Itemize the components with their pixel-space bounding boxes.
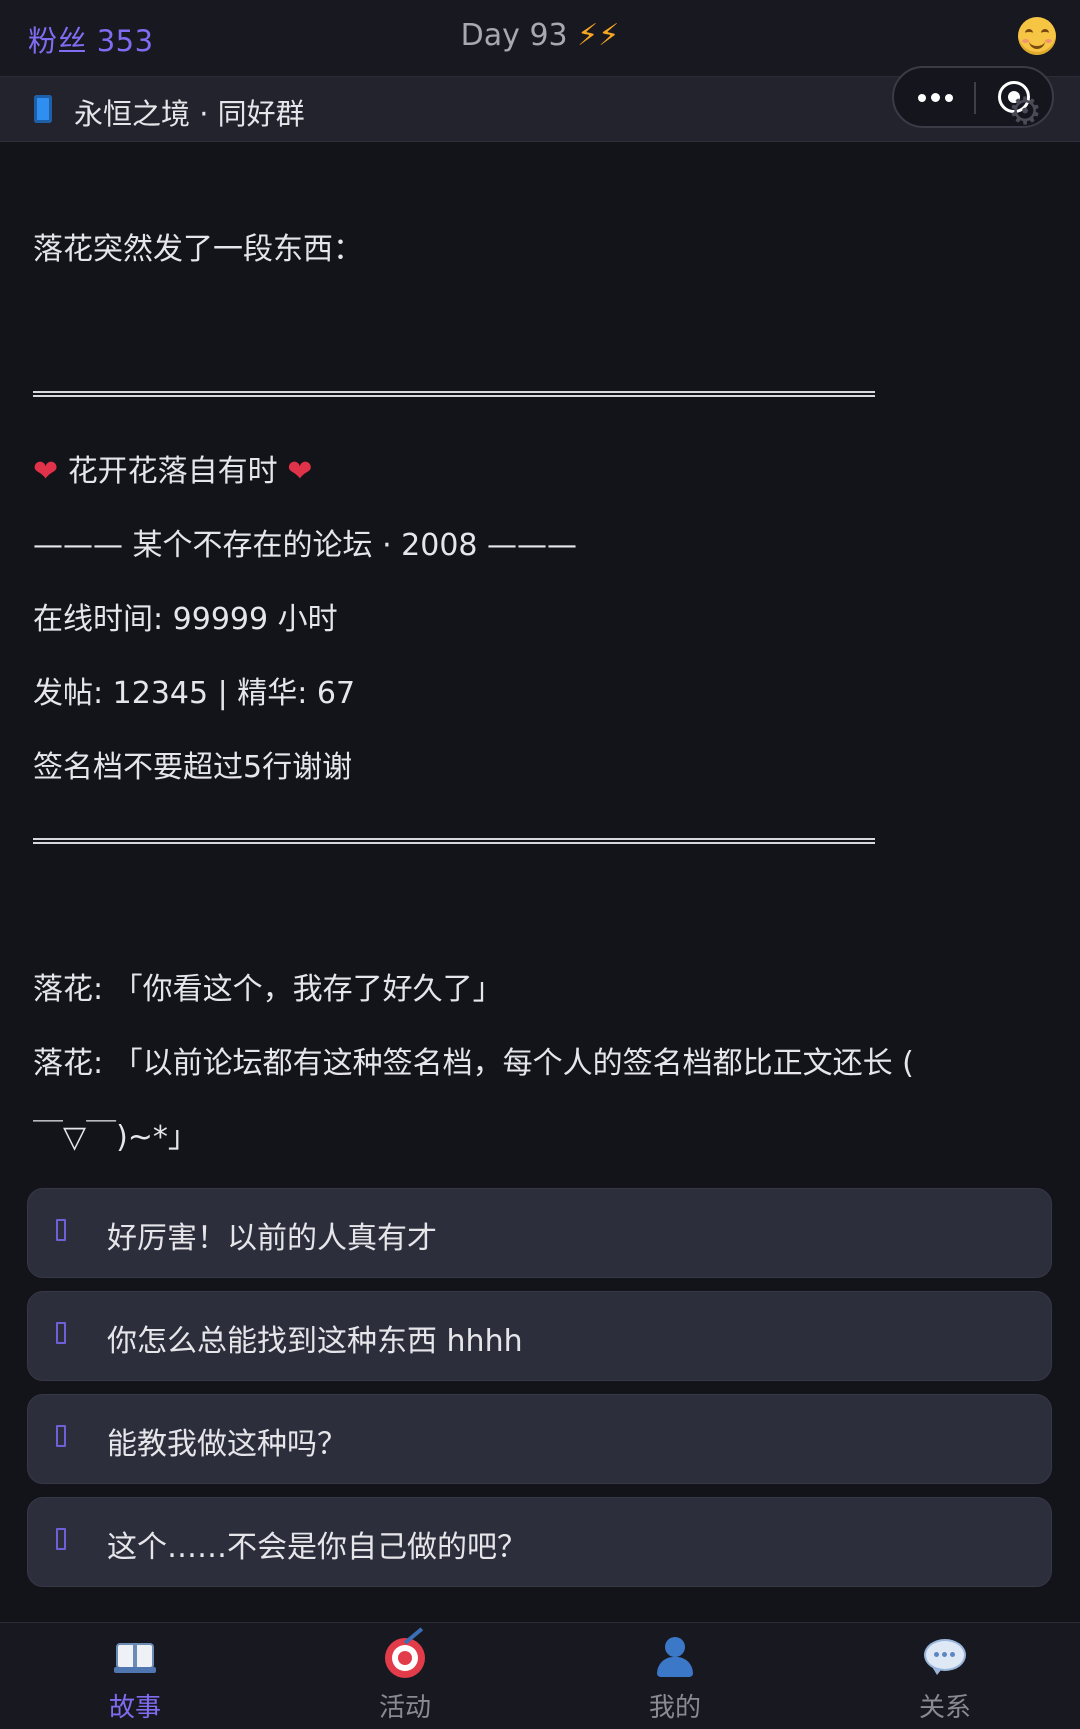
signature-title: 花开花落自有时 [67,454,278,489]
choice-marker-icon [56,1528,66,1550]
nav-item-mine[interactable]: 我的 [540,1623,810,1729]
bottom-navigation: 故事 活动 我的 关系 [0,1622,1080,1729]
open-book-icon [113,1635,157,1679]
smile-mouth [1029,38,1045,49]
gear-icon[interactable]: ⚙ [1008,92,1042,130]
capsule-divider [974,82,976,114]
choice-marker-icon [56,1425,66,1447]
nav-label: 故事 [108,1693,161,1723]
choice-label: 这个……不会是你自己做的吧？ [107,1530,527,1565]
choice-marker-icon [56,1219,66,1241]
speech-bubble-icon [923,1635,967,1679]
signature-forum-line: ——— 某个不存在的论坛 · 2008 ——— [33,528,578,563]
person-icon [653,1635,697,1679]
choice-label: 你怎么总能找到这种东西 hhhh [107,1324,523,1359]
smiling-face-icon[interactable] [1018,17,1056,55]
signature-title-line: ❤ 花开花落自有时 ❤ [33,454,312,490]
choice-option-1[interactable]: 好厉害！以前的人真有才 [27,1188,1052,1278]
nav-item-activity[interactable]: 活动 [270,1623,540,1729]
group-title: 永恒之境 · 同好群 [74,97,305,131]
nav-label: 我的 [648,1693,701,1723]
energy-bolt-icon: ⚡⚡ [577,18,620,53]
choice-option-3[interactable]: 能教我做这种吗？ [27,1394,1052,1484]
heart-icon: ❤ [287,454,313,489]
dialogue-line: 落花: 「你看这个，我存了好久了」 [33,972,503,1007]
choice-label: 好厉害！以前的人真有才 [107,1221,437,1256]
day-counter: Day 93 ⚡⚡ [0,18,1080,53]
choice-label: 能教我做这种吗？ [107,1427,347,1462]
more-options-icon[interactable] [916,89,956,105]
story-intro: 落花突然发了一段东西： [33,232,363,267]
signature-divider-top [33,391,875,397]
dialogue-line: ￣▽￣)~*」 [33,1120,198,1155]
mobile-phone-icon [34,95,52,123]
heart-icon: ❤ [33,454,59,489]
target-dart-icon [383,1627,427,1679]
choice-option-4[interactable]: 这个……不会是你自己做的吧？ [27,1497,1052,1587]
choice-marker-icon [56,1322,66,1344]
signature-posts-line: 发帖: 12345 | 精华: 67 [33,676,356,711]
dialogue-line: 落花: 「以前论坛都有这种签名档，每个人的签名档都比正文还长 ( [33,1046,914,1081]
nav-label: 活动 [378,1693,431,1723]
blush-left [1022,39,1029,43]
signature-online-line: 在线时间: 99999 小时 [33,602,338,637]
blush-right [1045,39,1052,43]
day-label: Day 93 [460,18,568,53]
nav-item-story[interactable]: 故事 [0,1623,270,1729]
signature-note-line: 签名档不要超过5行谢谢 [33,750,353,785]
signature-divider-bottom [33,838,875,844]
nav-item-relations[interactable]: 关系 [810,1623,1080,1729]
choice-option-2[interactable]: 你怎么总能找到这种东西 hhhh [27,1291,1052,1381]
nav-label: 关系 [918,1693,971,1723]
